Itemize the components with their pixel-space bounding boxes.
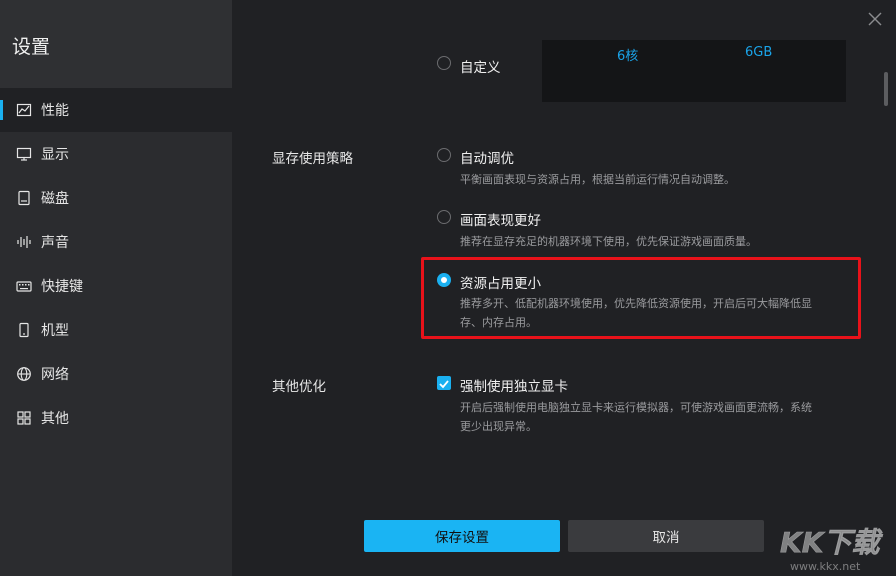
sidebar-item-label: 其他 <box>41 411 69 427</box>
custom-radio[interactable] <box>437 56 451 70</box>
sound-wave-icon <box>16 234 32 250</box>
checkmark-icon <box>439 380 449 389</box>
keyboard-icon <box>16 278 32 294</box>
force-gpu-desc-line1: 开启后强制使用电脑独立显卡来运行模拟器，可使游戏画面更流畅，系统 <box>460 401 812 414</box>
cpu-value[interactable]: 6核 <box>617 45 638 64</box>
scrollbar-thumb[interactable] <box>884 72 888 106</box>
auto-tune-title: 自动调优 <box>460 151 514 167</box>
force-gpu-desc-line2: 更少出现异常。 <box>460 420 537 433</box>
other-optimization-label: 其他优化 <box>272 379 326 395</box>
better-quality-desc: 推荐在显存充足的机器环境下使用，优先保证游戏画面质量。 <box>460 235 757 248</box>
better-quality-title: 画面表现更好 <box>460 213 541 229</box>
sidebar-item-label: 声音 <box>41 235 69 251</box>
better-quality-radio[interactable] <box>437 210 451 224</box>
sidebar-item-label: 网络 <box>41 367 69 383</box>
sidebar-item-other[interactable]: 其他 <box>0 396 232 440</box>
sidebar-item-label: 性能 <box>41 103 69 119</box>
sidebar-item-label: 显示 <box>41 147 69 163</box>
custom-label: 自定义 <box>460 60 501 76</box>
sidebar-header: 设置 <box>0 0 232 88</box>
save-settings-button[interactable]: 保存设置 <box>364 520 560 552</box>
svg-text:www.kkx.net: www.kkx.net <box>790 560 861 573</box>
sidebar-item-sound[interactable]: 声音 <box>0 220 232 264</box>
monitor-icon <box>16 146 32 162</box>
disk-icon <box>16 190 32 206</box>
sidebar: 设置 性能 显示 磁盘 声音 快捷键 机型 网络 其他 <box>0 0 232 576</box>
force-gpu-checkbox[interactable] <box>437 376 451 390</box>
close-button[interactable] <box>866 10 884 28</box>
svg-text:KK下载: KK下载 <box>780 526 883 559</box>
sidebar-item-model[interactable]: 机型 <box>0 308 232 352</box>
auto-tune-desc: 平衡画面表现与资源占用，根据当前运行情况自动调整。 <box>460 173 735 186</box>
auto-tune-radio[interactable] <box>437 148 451 162</box>
close-icon <box>868 12 882 26</box>
sidebar-item-label: 快捷键 <box>41 279 83 295</box>
sidebar-item-label: 磁盘 <box>41 191 69 207</box>
sidebar-item-network[interactable]: 网络 <box>0 352 232 396</box>
ram-value[interactable]: 6GB <box>745 45 772 60</box>
watermark-logo: KK下载 www.kkx.net <box>776 518 894 574</box>
chart-line-icon <box>16 102 32 118</box>
globe-icon <box>16 366 32 382</box>
sidebar-item-label: 机型 <box>41 323 69 339</box>
grid-icon <box>16 410 32 426</box>
sidebar-item-performance[interactable]: 性能 <box>0 88 232 132</box>
page-title: 设置 <box>12 36 51 58</box>
phone-icon <box>16 322 32 338</box>
sidebar-item-display[interactable]: 显示 <box>0 132 232 176</box>
sidebar-item-disk[interactable]: 磁盘 <box>0 176 232 220</box>
vram-strategy-label: 显存使用策略 <box>272 151 353 167</box>
sidebar-item-shortcuts[interactable]: 快捷键 <box>0 264 232 308</box>
custom-spec-panel <box>542 40 846 102</box>
cancel-button[interactable]: 取消 <box>568 520 764 552</box>
highlight-annotation-box <box>421 257 861 339</box>
force-gpu-title: 强制使用独立显卡 <box>460 379 568 395</box>
